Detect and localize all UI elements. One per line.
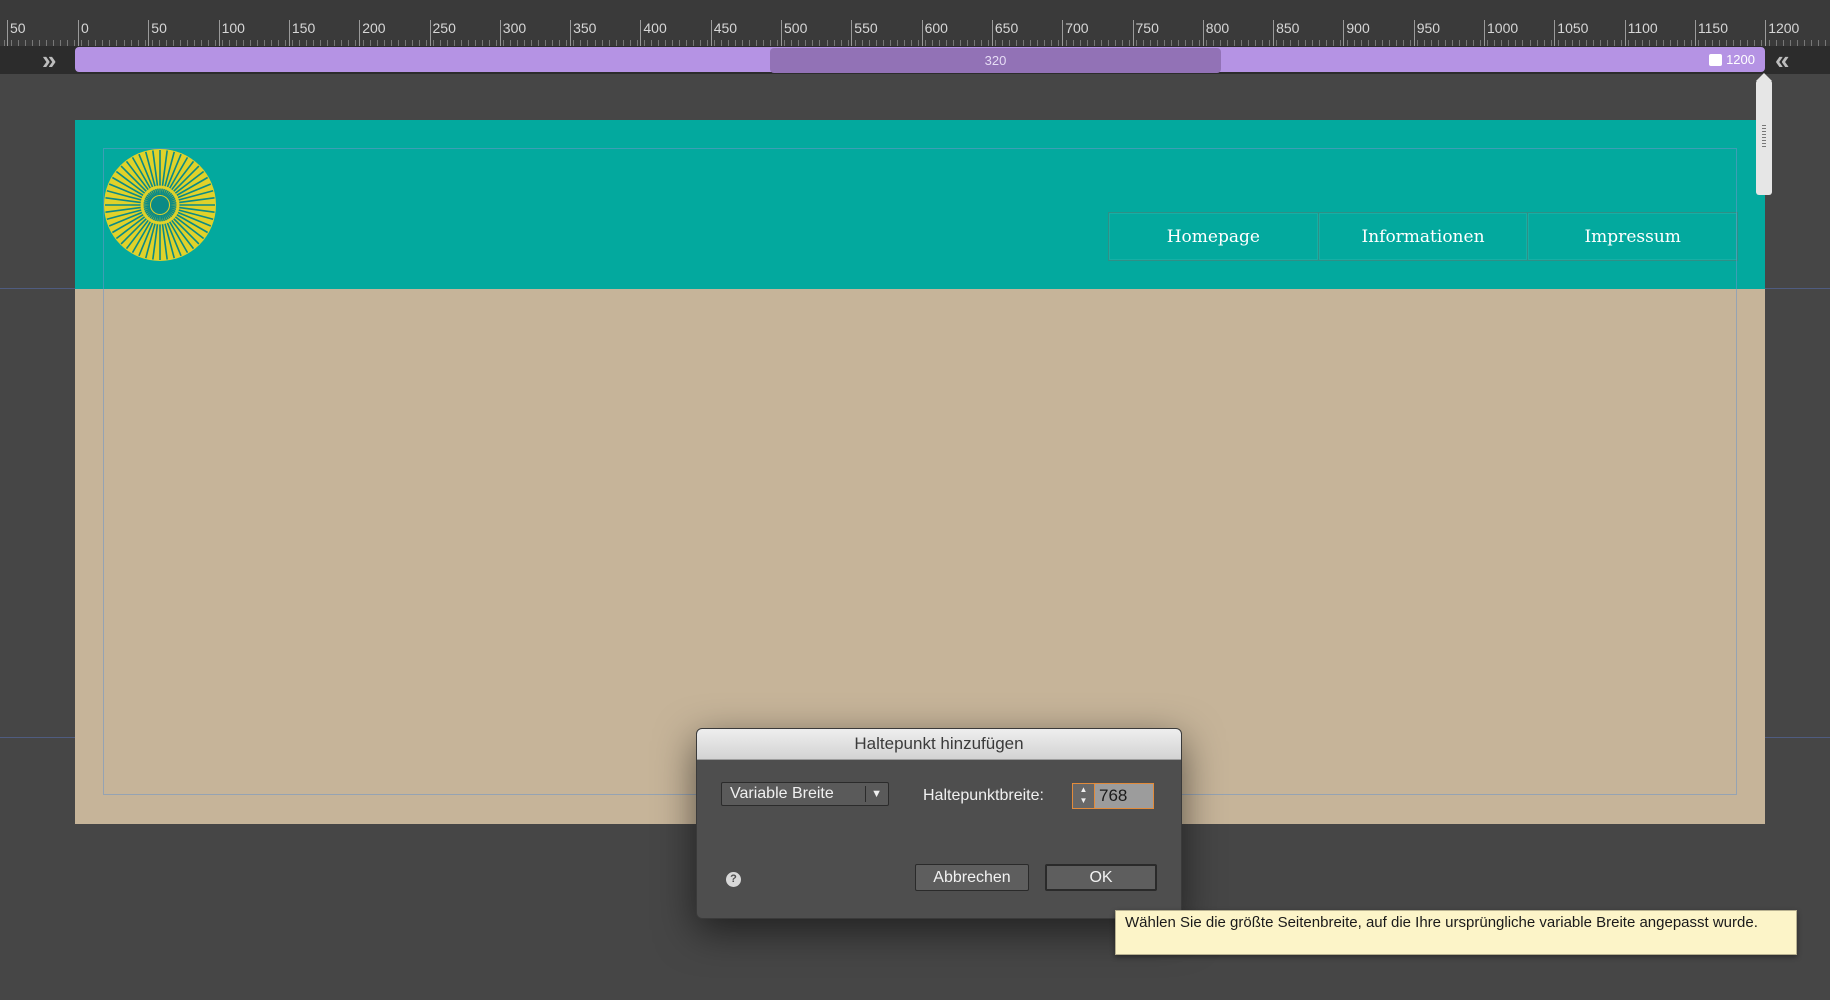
ruler-major-tick <box>1413 20 1415 46</box>
breakpoint-width-input[interactable] <box>1094 783 1154 809</box>
breakpoint-bar: » 320 1200 « <box>0 46 1830 74</box>
ruler-major-tick <box>7 20 8 46</box>
ruler-label: 950 <box>1416 20 1441 36</box>
ruler-major-tick <box>1132 20 1134 46</box>
ruler-major-tick <box>1273 20 1275 46</box>
ruler-major-tick <box>1484 20 1485 46</box>
ruler-major-tick <box>288 20 290 46</box>
ruler-label: 50 <box>10 20 26 36</box>
select-divider <box>865 786 866 802</box>
logo-center <box>151 196 169 214</box>
ruler-label: 300 <box>502 20 527 36</box>
ruler-label: 1200 <box>1768 20 1800 36</box>
ruler-major-tick <box>1202 20 1204 46</box>
ruler-major-tick <box>78 20 79 46</box>
ruler-major-tick <box>1624 20 1626 46</box>
ruler-label: 600 <box>924 20 948 36</box>
horizontal-ruler: 50 0 50 100 150 200 250 300 350 400 450 500 550 600 65… <box>0 0 1830 47</box>
ruler-major-tick <box>781 20 782 46</box>
nav-item-impressum[interactable]: Impressum <box>1528 213 1737 260</box>
ruler-label: 900 <box>1346 20 1370 36</box>
width-type-select[interactable]: Variable Breite ▼ <box>721 782 889 806</box>
ruler-major-tick <box>148 20 150 46</box>
ruler-label: 50 <box>151 20 167 36</box>
tooltip: Wählen Sie die größte Seitenbreite, auf … <box>1115 910 1797 955</box>
page-height-handle[interactable] <box>1756 73 1772 195</box>
ok-button[interactable]: OK <box>1045 864 1157 891</box>
ruler-major-tick <box>991 20 993 46</box>
ruler-label: 1000 <box>1487 20 1519 36</box>
ruler-major-tick <box>640 20 642 46</box>
breakpoint-track[interactable]: 320 1200 <box>75 47 1765 73</box>
ruler-label: 700 <box>1065 20 1089 36</box>
ruler-major-tick <box>429 20 431 46</box>
ruler-major-tick <box>921 20 923 46</box>
sunburst-logo-icon[interactable] <box>103 148 217 262</box>
ruler-label: 500 <box>784 20 808 36</box>
ruler-major-tick <box>499 20 501 46</box>
ruler-label: 650 <box>994 20 1019 36</box>
ruler-label: 400 <box>643 20 667 36</box>
ruler-label: 150 <box>291 20 316 36</box>
page-canvas[interactable]: Homepage Informationen Impressum <box>75 120 1765 824</box>
breakpoint-handle-icon[interactable] <box>1709 53 1723 66</box>
site-navigation: Homepage Informationen Impressum <box>1108 212 1738 261</box>
nav-item-informationen[interactable]: Informationen <box>1319 213 1529 260</box>
ruler-label: 1100 <box>1627 20 1658 36</box>
chevron-down-icon[interactable]: ▼ <box>871 783 882 805</box>
ruler-label: 450 <box>713 20 738 36</box>
ruler-major-tick <box>359 20 361 46</box>
ruler-major-tick <box>710 20 712 46</box>
double-chevron-right-icon[interactable]: » <box>42 46 56 74</box>
ruler-label: 350 <box>573 20 597 36</box>
breakpoint-width-label: Haltepunktbreite: <box>923 787 1044 804</box>
ruler-label: 550 <box>854 20 878 36</box>
double-chevron-left-icon[interactable]: « <box>1775 46 1789 74</box>
dialog-title: Haltepunkt hinzufügen <box>697 729 1181 760</box>
stepper-arrows-icon[interactable]: ▲ ▼ <box>1072 783 1094 809</box>
max-width-marker[interactable]: 1200 <box>1709 47 1755 72</box>
width-type-value: Variable Breite <box>730 785 834 802</box>
min-width-range[interactable]: 320 <box>770 48 1221 73</box>
ruler-label: 1050 <box>1557 20 1589 36</box>
help-icon[interactable]: ? <box>726 872 741 887</box>
ruler-major-tick <box>1062 20 1064 46</box>
add-breakpoint-dialog: Haltepunkt hinzufügen Variable Breite ▼ … <box>696 728 1182 919</box>
ruler-major-tick <box>1765 20 1767 46</box>
ruler-label: 800 <box>1205 20 1230 36</box>
grip-icon <box>1762 125 1766 147</box>
ruler-major-tick <box>570 20 572 46</box>
ruler-label: 200 <box>362 20 386 36</box>
ruler-label: 0 <box>81 20 89 36</box>
max-width-label: 1200 <box>1726 52 1755 67</box>
ruler-major-tick <box>1343 20 1345 46</box>
site-header[interactable]: Homepage Informationen Impressum <box>75 120 1765 289</box>
ruler-label: 750 <box>1135 20 1159 36</box>
ruler-major-tick <box>218 20 220 46</box>
cancel-button[interactable]: Abbrechen <box>915 864 1029 891</box>
ruler-label: 1150 <box>1697 20 1728 36</box>
ruler-label: 250 <box>432 20 456 36</box>
ruler-major-tick <box>1554 20 1556 46</box>
ruler-major-tick <box>851 20 853 46</box>
ruler-major-tick <box>1694 20 1696 46</box>
ruler-label: 850 <box>1276 20 1300 36</box>
ruler-label: 100 <box>221 20 245 36</box>
nav-item-homepage[interactable]: Homepage <box>1109 213 1319 260</box>
